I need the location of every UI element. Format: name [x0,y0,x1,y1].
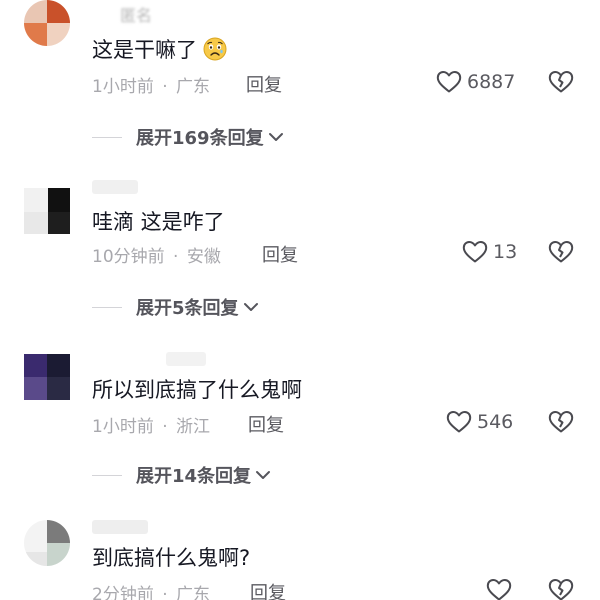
heart-icon [446,411,472,433]
meta-separator: · [173,247,179,267]
like-count: 546 [477,411,514,433]
comment-text: 哇滴 这是咋了 [92,210,225,234]
comment-location: 广东 [176,585,211,600]
meta-separator: · [162,585,168,600]
avatar-tile [47,0,70,23]
expand-replies-label: 展开5条回复 [136,298,239,319]
like-count: 6887 [467,71,516,93]
dislike-button[interactable] [548,410,574,438]
anguished-face-emoji [203,37,227,61]
comment-body: 这是干嘛了 [92,38,197,62]
avatar-tile [47,354,70,377]
heart-icon [436,71,462,93]
dislike-button[interactable] [548,578,574,600]
avatar-tile [47,23,70,46]
comment-time: 10分钟前 [92,247,165,267]
heart-icon [486,579,512,600]
dislike-button[interactable] [548,70,574,98]
avatar-tile [47,377,70,400]
comment-location: 广东 [176,77,211,97]
expand-replies-button[interactable]: 展开5条回复 [92,294,259,320]
avatar-tile [24,212,48,234]
heart-icon [462,241,488,263]
chevron-down-icon [256,471,271,479]
comment-time: 2分钟前 [92,585,154,600]
avatar-tile [47,520,70,543]
username[interactable] [166,352,206,366]
comment-meta: 10分钟前 · 安徽 [92,242,221,267]
avatar-tile [48,188,70,212]
comment-location: 安徽 [186,247,221,267]
avatar[interactable] [24,354,70,400]
comment-time: 1小时前 [92,417,154,437]
username[interactable]: 匿名 [120,2,152,26]
like-button[interactable]: 13 [462,240,517,264]
avatar-tile [47,543,70,566]
meta-separator: · [162,77,168,97]
like-button[interactable]: 6887 [436,70,515,94]
like-button[interactable]: 546 [446,410,513,434]
comment-meta: 2分钟前 · 广东 [92,580,210,600]
avatar[interactable] [24,520,70,566]
avatar[interactable] [24,0,70,46]
broken-heart-icon [548,71,574,93]
avatar-tile [24,552,47,566]
avatar-tile [24,354,47,377]
broken-heart-icon [548,579,574,600]
comment-meta: 1小时前 · 浙江 [92,412,210,437]
expand-replies-label: 展开14条回复 [136,466,252,487]
comment-text: 这是干嘛了 [92,34,227,64]
meta-separator: · [162,417,168,437]
expand-replies-label: 展开169条回复 [136,128,264,149]
reply-button[interactable]: 回复 [248,411,284,437]
like-count: 13 [493,241,518,263]
divider [92,474,122,476]
dislike-button[interactable] [548,240,574,268]
avatar-tile [24,0,47,23]
divider [92,306,122,308]
reply-button[interactable]: 回复 [262,241,298,267]
avatar-tile [24,23,47,46]
comment-time: 1小时前 [92,77,154,97]
comment-text: 所以到底搞了什么鬼啊 [92,378,302,402]
username[interactable] [92,520,148,534]
like-button[interactable] [486,578,512,600]
broken-heart-icon [548,411,574,433]
comment-list: 匿名 这是干嘛了 1小时前 · 广东 回复 6887 展开169条回复 哇滴 这… [0,0,600,600]
expand-replies-button[interactable]: 展开169条回复 [92,124,284,150]
divider [92,136,122,138]
chevron-down-icon [243,303,258,311]
comment-location: 浙江 [176,417,211,437]
username[interactable] [92,180,138,194]
reply-button[interactable]: 回复 [250,579,286,600]
reply-button[interactable]: 回复 [246,71,282,97]
chevron-down-icon [268,133,283,141]
avatar-tile [48,212,70,234]
broken-heart-icon [548,241,574,263]
comment-meta: 1小时前 · 广东 [92,72,210,97]
expand-replies-button[interactable]: 展开14条回复 [92,462,271,488]
avatar[interactable] [24,188,70,234]
comment-text: 到底搞什么鬼啊? [92,546,251,570]
avatar-tile [24,377,47,400]
